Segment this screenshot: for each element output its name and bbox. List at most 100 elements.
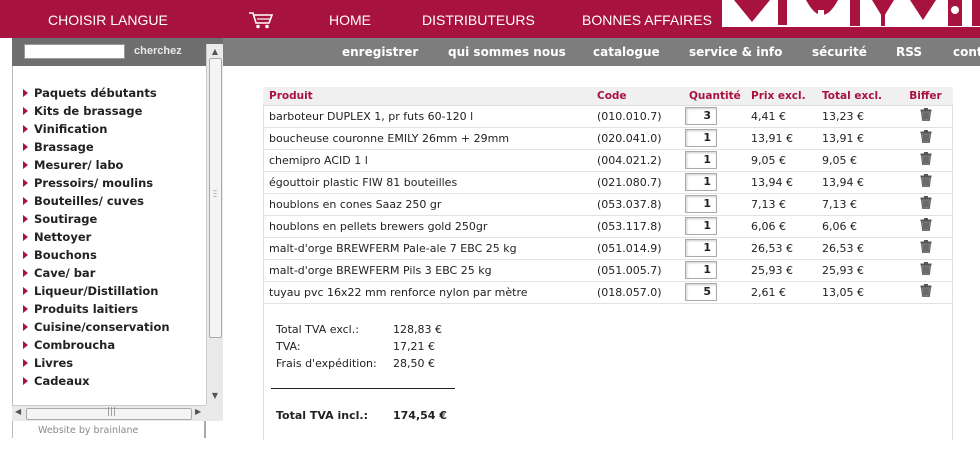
product-code: (051.014.9) <box>593 237 685 260</box>
category-item[interactable]: Bouteilles/ cuves <box>23 194 144 208</box>
subnav-register[interactable]: enregistrer <box>342 45 418 59</box>
quantity-input[interactable]: 1 <box>685 217 717 235</box>
scroll-right-icon[interactable]: ▶ <box>195 407 201 416</box>
category-item[interactable]: Cuisine/conservation <box>23 320 170 334</box>
quantity-input[interactable]: 1 <box>685 261 717 279</box>
credit-link[interactable]: Website by brainlane <box>38 425 138 436</box>
product-name[interactable]: tuyau pvc 16x22 mm renforce nylon par mè… <box>263 281 593 304</box>
product-name[interactable]: malt-d'orge BREWFERM Pils 3 EBC 25 kg <box>263 259 593 282</box>
trash-icon[interactable] <box>920 174 932 190</box>
category-item[interactable]: Mesurer/ labo <box>23 158 123 172</box>
arrow-right-icon <box>23 287 28 295</box>
table-row: houblons en cones Saaz 250 gr (053.037.8… <box>263 193 953 216</box>
column-header-product: Produit <box>263 87 593 106</box>
trash-icon[interactable] <box>920 108 932 124</box>
product-name[interactable]: houblons en cones Saaz 250 gr <box>263 193 593 216</box>
category-item[interactable]: Brassage <box>23 140 94 154</box>
choose-language-link[interactable]: CHOISIR LANGUE <box>48 12 168 28</box>
product-code: (021.080.7) <box>593 171 685 194</box>
product-name[interactable]: malt-d'orge BREWFERM Pale-ale 7 EBC 25 k… <box>263 237 593 260</box>
unit-price: 2,61 € <box>747 281 818 304</box>
subnav-catalogue[interactable]: catalogue <box>593 45 660 59</box>
scrollbar-thumb[interactable]: ||| <box>26 407 192 420</box>
arrow-right-icon <box>23 197 28 205</box>
site-logo[interactable] <box>722 0 980 27</box>
search-button[interactable]: cherchez <box>134 45 182 57</box>
subnav-security[interactable]: sécurité <box>812 45 867 59</box>
table-row: boucheuse couronne EMILY 26mm + 29mm (02… <box>263 127 953 150</box>
secondary-navigation: enregistrer qui sommes nous catalogue se… <box>223 38 980 66</box>
shopping-cart-icon[interactable] <box>247 10 275 30</box>
distributors-link[interactable]: DISTRIBUTEURS <box>422 12 535 28</box>
product-name[interactable]: boucheuse couronne EMILY 26mm + 29mm <box>263 127 593 150</box>
subnav-service-info[interactable]: service & info <box>689 45 782 59</box>
arrow-right-icon <box>23 251 28 259</box>
table-header-row: Produit Code Quantité Prix excl. Total e… <box>263 87 953 106</box>
grip-icon: – – – <box>213 186 217 201</box>
category-item[interactable]: Cadeaux <box>23 374 90 388</box>
unit-price: 6,06 € <box>747 215 818 238</box>
arrow-right-icon <box>23 323 28 331</box>
unit-price: 13,94 € <box>747 171 818 194</box>
scroll-left-icon[interactable]: ◀ <box>15 407 21 416</box>
shipping-label: Frais d'expédition: <box>276 357 377 370</box>
trash-icon[interactable] <box>920 284 932 300</box>
column-header-total: Total excl. <box>818 87 898 106</box>
trash-icon[interactable] <box>920 130 932 146</box>
subnav-about[interactable]: qui sommes nous <box>448 45 566 59</box>
scroll-up-icon[interactable]: ▲ <box>209 46 221 58</box>
sidebar-vertical-scrollbar[interactable]: ▲ – – – ▼ <box>206 44 223 405</box>
scroll-down-icon[interactable]: ▼ <box>209 390 221 402</box>
search-bar: cherchez <box>12 38 223 66</box>
category-item[interactable]: Cave/ bar <box>23 266 95 280</box>
subnav-contact[interactable]: cont <box>953 45 980 59</box>
shipping-value: 28,50 € <box>393 357 435 370</box>
category-item[interactable]: Bouchons <box>23 248 97 262</box>
category-item[interactable]: Liqueur/Distillation <box>23 284 159 298</box>
total-excl-value: 128,83 € <box>393 323 442 336</box>
scrollbar-thumb[interactable]: – – – <box>209 58 222 338</box>
category-item[interactable]: Nettoyer <box>23 230 91 244</box>
arrow-right-icon <box>23 377 28 385</box>
category-item[interactable]: Paquets débutants <box>23 86 157 100</box>
line-total: 13,91 € <box>818 127 898 150</box>
quantity-input[interactable]: 1 <box>685 195 717 213</box>
product-name[interactable]: égouttoir plastic FIW 81 bouteilles <box>263 171 593 194</box>
search-input[interactable] <box>24 44 125 59</box>
product-code: (020.041.0) <box>593 127 685 150</box>
deals-link[interactable]: BONNES AFFAIRES <box>582 12 712 28</box>
arrow-right-icon <box>23 161 28 169</box>
line-total: 6,06 € <box>818 215 898 238</box>
category-item[interactable]: Vinification <box>23 122 107 136</box>
trash-icon[interactable] <box>920 152 932 168</box>
category-item[interactable]: Produits laitiers <box>23 302 138 316</box>
subnav-rss[interactable]: RSS <box>896 45 922 59</box>
table-row: tuyau pvc 16x22 mm renforce nylon par mè… <box>263 281 953 304</box>
tva-label: TVA: <box>276 340 301 353</box>
table-row: égouttoir plastic FIW 81 bouteilles (021… <box>263 171 953 194</box>
product-name[interactable]: barboteur DUPLEX 1, pr futs 60-120 l <box>263 105 593 128</box>
category-item[interactable]: Combroucha <box>23 338 115 352</box>
arrow-right-icon <box>23 125 28 133</box>
quantity-input[interactable]: 1 <box>685 173 717 191</box>
quantity-input[interactable]: 1 <box>685 239 717 257</box>
arrow-right-icon <box>23 269 28 277</box>
quantity-input[interactable]: 5 <box>685 283 717 301</box>
trash-icon[interactable] <box>920 240 932 256</box>
arrow-right-icon <box>23 143 28 151</box>
product-name[interactable]: houblons en pellets brewers gold 250gr <box>263 215 593 238</box>
product-name[interactable]: chemipro ACID 1 l <box>263 149 593 172</box>
quantity-input[interactable]: 3 <box>685 107 717 125</box>
home-link[interactable]: HOME <box>329 12 371 28</box>
trash-icon[interactable] <box>920 262 932 278</box>
sidebar-horizontal-scrollbar[interactable]: ◀ ||| ▶ <box>12 405 206 421</box>
quantity-input[interactable]: 1 <box>685 151 717 169</box>
category-item[interactable]: Soutirage <box>23 212 97 226</box>
category-item[interactable]: Livres <box>23 356 73 370</box>
category-item[interactable]: Kits de brassage <box>23 104 142 118</box>
quantity-input[interactable]: 1 <box>685 129 717 147</box>
trash-icon[interactable] <box>920 218 932 234</box>
category-item[interactable]: Pressoirs/ moulins <box>23 176 153 190</box>
trash-icon[interactable] <box>920 196 932 212</box>
category-sidebar: Paquets débutants Kits de brassage Vinif… <box>13 66 206 405</box>
